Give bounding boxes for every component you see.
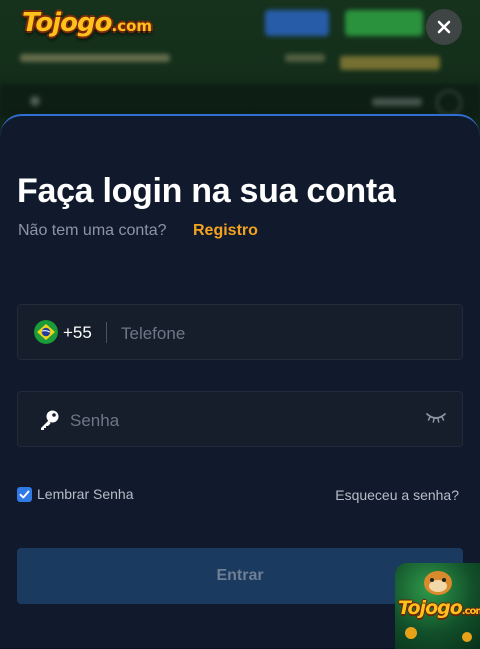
register-link[interactable]: Registro (193, 222, 258, 240)
promo-logo-suffix: .com (461, 606, 480, 617)
password-input[interactable] (68, 408, 412, 434)
promo-logo: Tojogo.com (398, 597, 480, 619)
background-register-button (345, 10, 423, 36)
remember-checkbox[interactable] (17, 486, 32, 502)
background-icon (30, 96, 40, 106)
background-icon (372, 98, 422, 106)
no-account-text: Não tem uma conta? (18, 222, 167, 239)
background-text (20, 54, 170, 62)
brand-logo: Tojogo.com (22, 8, 152, 38)
password-field (17, 391, 463, 447)
close-button[interactable] (426, 9, 462, 45)
brand-logo-text: Tojogo (22, 8, 112, 38)
brazil-flag-icon[interactable] (34, 320, 58, 344)
background-icon (436, 90, 462, 116)
promo-badge[interactable]: Tojogo.com (395, 563, 480, 649)
phone-divider (106, 322, 107, 343)
background-login-button (265, 10, 329, 36)
modal-title: Faça login na sua conta (17, 172, 396, 210)
phone-field: +55 (17, 304, 463, 360)
background-text (285, 54, 325, 62)
promo-logo-text: Tojogo (398, 597, 463, 619)
phone-input[interactable] (119, 321, 443, 347)
eye-closed-icon[interactable] (426, 411, 446, 425)
brand-logo-suffix: .com (111, 17, 153, 35)
country-code[interactable]: +55 (63, 323, 92, 343)
key-icon (41, 410, 59, 430)
background-balance (340, 56, 440, 70)
close-icon (437, 20, 451, 34)
remember-password-label[interactable]: Lembrar Senha (37, 486, 134, 502)
forgot-password-link[interactable]: Esqueceu a senha? (335, 487, 459, 503)
remember-password-toggle[interactable]: Lembrar Senha (17, 486, 134, 502)
check-icon (19, 490, 30, 498)
